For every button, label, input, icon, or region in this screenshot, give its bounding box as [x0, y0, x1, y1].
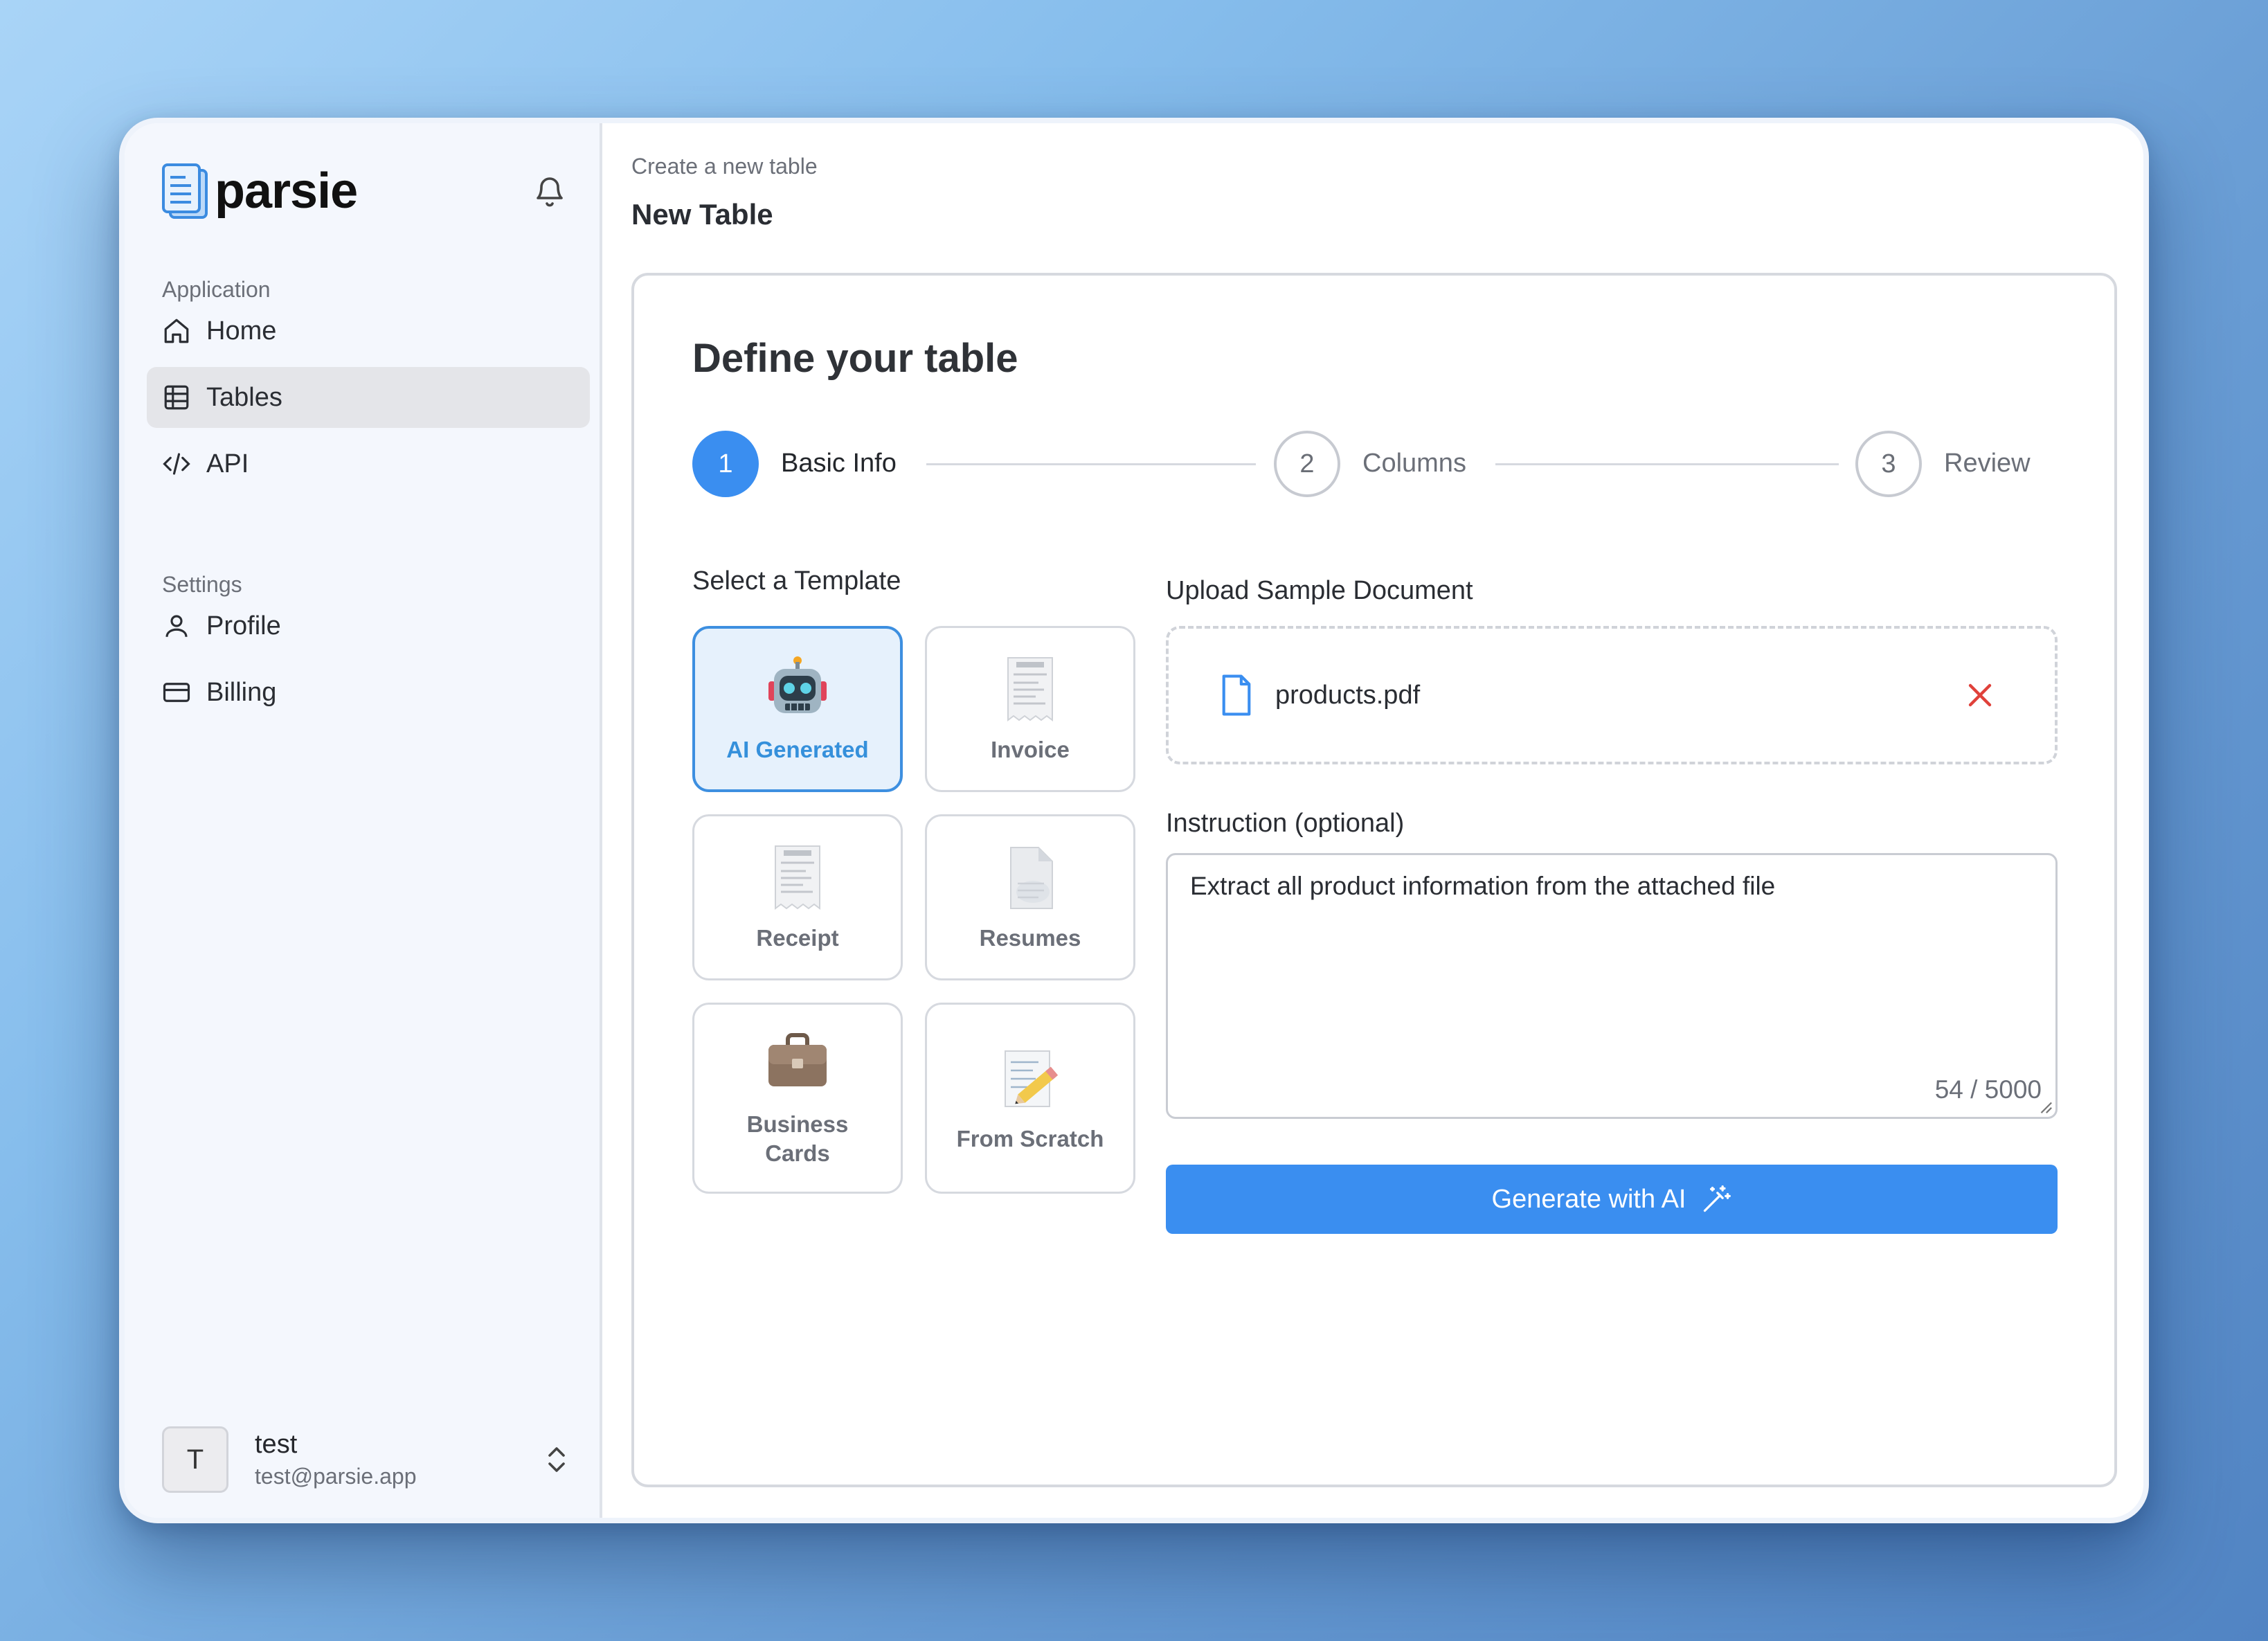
generate-button-label: Generate with AI [1491, 1184, 1686, 1214]
logo-icon [162, 163, 208, 219]
bell-icon[interactable] [533, 173, 566, 209]
user-email: test@parsie.app [255, 1464, 417, 1489]
step-1-label: Basic Info [781, 449, 897, 478]
uploaded-file-name: products.pdf [1275, 680, 1421, 710]
main-content: Create a new table New Table Define your… [602, 123, 2143, 1518]
template-receipt[interactable]: Receipt [692, 814, 903, 980]
template-business-cards[interactable]: Business Cards [692, 1003, 903, 1194]
close-icon[interactable] [1963, 679, 1997, 712]
instruction-label: Instruction (optional) [1166, 809, 1405, 838]
template-label: AI Generated [726, 737, 869, 762]
step-3-label: Review [1944, 449, 2031, 478]
instruction-textarea[interactable]: Extract all product information from the… [1166, 853, 2058, 1119]
upload-dropzone[interactable]: products.pdf [1166, 626, 2058, 764]
resize-handle-icon[interactable] [2037, 1099, 2053, 1114]
sidebar: parsie Application Home Tables API Setti… [125, 123, 602, 1518]
pencil-paper-icon [1005, 1050, 1059, 1107]
application-section-label: Application [162, 277, 271, 302]
define-table-card: Define your table 1 Basic Info 2 Columns… [631, 273, 2117, 1487]
step-2-circle[interactable]: 2 [1274, 431, 1340, 497]
code-icon [163, 453, 190, 475]
template-section-label: Select a Template [692, 566, 901, 595]
receipt-icon [1007, 657, 1053, 721]
step-1-circle[interactable]: 1 [692, 431, 759, 497]
file-icon [1222, 674, 1251, 716]
sidebar-item-label: Tables [206, 382, 282, 412]
template-from-scratch[interactable]: From Scratch [925, 1003, 1135, 1194]
sidebar-item-api[interactable]: API [147, 433, 590, 494]
sidebar-item-billing[interactable]: Billing [147, 662, 590, 723]
template-label: Resumes [979, 925, 1081, 951]
template-label: From Scratch [956, 1126, 1104, 1151]
upload-section-label: Upload Sample Document [1166, 576, 1473, 605]
template-label: Invoice [991, 737, 1070, 762]
card-title: Define your table [692, 336, 1018, 381]
sidebar-item-label: Home [206, 316, 277, 346]
template-resumes[interactable]: Resumes [925, 814, 1135, 980]
breadcrumb: Create a new table [631, 154, 818, 179]
sidebar-item-label: API [206, 449, 249, 478]
generate-with-ai-button[interactable]: Generate with AI [1166, 1165, 2058, 1234]
template-label: Receipt [756, 925, 839, 951]
receipt-icon [775, 845, 820, 910]
table-icon [164, 385, 189, 410]
user-name: test [255, 1430, 298, 1459]
template-label: Business Cards [746, 1111, 849, 1166]
template-ai-generated[interactable]: AI Generated [692, 626, 903, 792]
sidebar-item-label: Profile [206, 611, 281, 640]
chevron-up-down-icon[interactable] [543, 1443, 570, 1476]
sidebar-item-home[interactable]: Home [147, 301, 590, 361]
step-connector [1495, 463, 1839, 465]
step-3-circle[interactable]: 3 [1855, 431, 1922, 497]
character-counter: 54 / 5000 [1934, 1075, 2042, 1104]
app-name: parsie [215, 163, 358, 219]
user-icon [165, 615, 188, 637]
sidebar-item-tables[interactable]: Tables [147, 367, 590, 428]
user-menu[interactable]: T test test@parsie.app [162, 1425, 570, 1494]
briefcase-icon [768, 1033, 827, 1086]
sidebar-item-label: Billing [206, 677, 277, 707]
avatar: T [162, 1426, 228, 1493]
sidebar-item-profile[interactable]: Profile [147, 595, 590, 656]
app-window: parsie Application Home Tables API Setti… [119, 118, 2149, 1523]
settings-section-label: Settings [162, 572, 242, 597]
page-title: New Table [631, 198, 773, 231]
magic-wand-icon [1704, 1185, 1731, 1212]
document-icon [1010, 847, 1053, 909]
logo[interactable]: parsie [161, 162, 358, 220]
robot-icon [768, 656, 827, 713]
step-connector [926, 463, 1256, 465]
step-2-label: Columns [1362, 449, 1466, 478]
credit-card-icon [163, 683, 190, 702]
instruction-text: Extract all product information from the… [1190, 872, 1776, 900]
template-invoice[interactable]: Invoice [925, 626, 1135, 792]
home-icon [164, 319, 189, 343]
